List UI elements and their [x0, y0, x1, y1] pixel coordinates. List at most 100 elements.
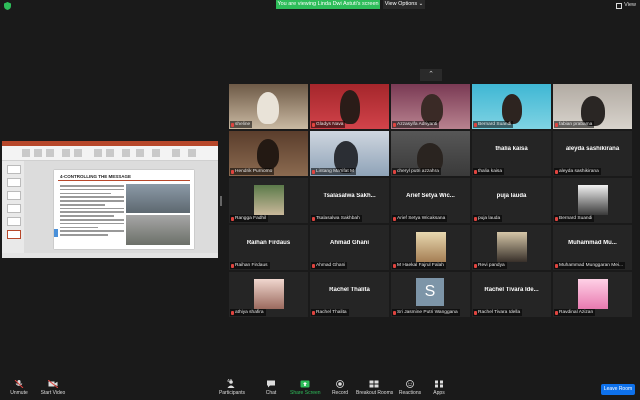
participant-name-label: Bernard Suandi — [554, 215, 595, 222]
participant-name-label: fabian prabama — [554, 121, 595, 128]
microphone-muted-icon — [555, 169, 558, 174]
microphone-muted-icon — [555, 263, 558, 268]
unmute-button[interactable]: Unmute — [8, 380, 30, 398]
participant-tile[interactable]: Hendrik Purnomo — [229, 131, 308, 176]
participant-tile[interactable]: Ravdinal Azizan — [553, 272, 632, 317]
participant-display-name: Rachel Tivara Ide... — [484, 287, 539, 293]
participant-display-name: Muhammad Mu... — [568, 240, 617, 246]
participant-tile[interactable]: Bernard Suandi — [472, 84, 551, 129]
participant-tile[interactable]: Lintang Ma'rifat M — [310, 131, 389, 176]
participant-tile[interactable]: Bernard Suandi — [553, 178, 632, 223]
participant-name-label: athiya shafira — [230, 309, 266, 316]
participant-tile[interactable]: cheryl putri azzahra — [391, 131, 470, 176]
participant-tile[interactable]: Gladys Nava — [310, 84, 389, 129]
participant-tile[interactable]: Arief Setya Wic... Arief Setya Wicaksana — [391, 178, 470, 223]
view-label: View — [624, 2, 636, 8]
shared-screen[interactable]: 4-CONTROLLING THE MESSAGE — [2, 141, 218, 258]
participant-name-label: Raihan Firdaus — [230, 262, 270, 269]
split-handle[interactable] — [220, 196, 222, 206]
participant-display-name: Arief Setya Wic... — [406, 193, 455, 199]
participant-tile[interactable]: Revi pandya — [472, 225, 551, 270]
share-screen-button[interactable]: Share Screen — [290, 380, 321, 398]
microphone-muted-icon — [312, 216, 315, 221]
reactions-button[interactable]: Reactions — [398, 380, 422, 398]
participant-name: fabian prabama — [559, 122, 593, 127]
breakout-rooms-label: Breakout Rooms — [356, 390, 394, 396]
participant-name-label: Gladys Nava — [311, 121, 346, 128]
participant-tile[interactable]: Tsalasalwa Sakh... Tsalasalwa Sakhbah — [310, 178, 389, 223]
microphone-muted-icon — [231, 122, 234, 127]
powerpoint-ribbon — [2, 146, 218, 161]
profile-photo — [254, 279, 284, 309]
participant-tile[interactable]: Azzasyifa Adriyanti — [391, 84, 470, 129]
participant-tile[interactable]: Rachel Thalita Rachel Thalita — [310, 272, 389, 317]
participant-display-name: Rachel Thalita — [329, 287, 370, 293]
participants-label: Participants — [218, 390, 246, 396]
breakout-rooms-icon — [369, 380, 379, 388]
shield-icon[interactable] — [4, 2, 11, 10]
participant-name-label: aleyda sashikirana — [554, 168, 601, 175]
participant-name: thalia kaisa — [478, 169, 502, 174]
participant-tile[interactable]: Rangga Fadhil — [229, 178, 308, 223]
participant-tile[interactable]: thalia kaisa thalia kaisa — [472, 131, 551, 176]
top-bar: You are viewing Linda Dwi Astuti's scree… — [0, 0, 640, 10]
chat-button[interactable]: Chat — [262, 380, 280, 398]
apps-button[interactable]: Apps — [430, 380, 448, 398]
microphone-muted-icon — [393, 169, 396, 174]
participants-button[interactable]: 40 Participants — [218, 378, 246, 398]
participant-tile[interactable]: athiya shafira — [229, 272, 308, 317]
share-screen-label: Share Screen — [290, 390, 321, 396]
microphone-muted-icon — [474, 263, 477, 268]
participant-name: Tsalasalwa Sakhbah — [316, 216, 360, 221]
record-button[interactable]: Record — [330, 380, 350, 398]
participant-display-name: Raihan Firdaus — [246, 240, 291, 246]
participant-name-label: puja lauda — [473, 215, 503, 222]
leave-room-button[interactable]: Leave Room — [601, 384, 635, 395]
gallery-collapse-button[interactable]: ⌃ — [420, 69, 442, 81]
participant-name-label: thalia kaisa — [473, 168, 504, 175]
participant-name-label: Bernard Suandi — [473, 121, 514, 128]
record-label: Record — [331, 390, 349, 396]
participant-tile[interactable]: sheline — [229, 84, 308, 129]
participant-tile[interactable]: Ahmad Ghani Ahmad Ghani — [310, 225, 389, 270]
participant-name: Bernard Suandi — [478, 122, 512, 127]
participant-video — [340, 90, 360, 124]
participant-tile[interactable]: Muhammad Mu... Muhammad Munggaran Mei... — [553, 225, 632, 270]
view-button[interactable]: View — [616, 1, 636, 10]
participant-tile[interactable]: puja lauda puja lauda — [472, 178, 551, 223]
participant-name: aleyda sashikirana — [559, 169, 599, 174]
participant-name: Rachel Tivara Idella — [478, 310, 521, 315]
profile-photo — [578, 185, 608, 215]
profile-photo — [416, 232, 446, 262]
participant-name: Hendrik Purnomo — [235, 169, 273, 174]
powerpoint-statusbar — [2, 253, 218, 258]
participant-tile[interactable]: S Sri Jasmine Putri Wanggana — [391, 272, 470, 317]
participant-name: Azzasyifa Adriyanti — [397, 122, 438, 127]
participant-tile[interactable]: fabian prabama — [553, 84, 632, 129]
avatar: S — [416, 278, 444, 306]
participant-name: Muhammad Munggaran Mei... — [559, 263, 623, 268]
participant-name-label: Lintang Ma'rifat M — [311, 168, 356, 175]
participant-name-label: Azzasyifa Adriyanti — [392, 121, 440, 128]
participant-name: Revi pandya — [478, 263, 505, 268]
participant-tile[interactable]: aleyda sashikirana aleyda sashikirana — [553, 131, 632, 176]
participant-name-label: Revi pandya — [473, 262, 507, 269]
participant-display-name: aleyda sashikirana — [565, 146, 620, 152]
breakout-rooms-button[interactable]: Breakout Rooms — [356, 380, 394, 398]
participant-name: Raihan Firdaus — [235, 263, 268, 268]
view-options-button[interactable]: View Options ⌄ — [383, 0, 425, 9]
microphone-muted-icon — [312, 310, 315, 315]
participant-video — [257, 139, 279, 169]
participant-video — [421, 94, 443, 124]
participant-name: athiya shafira — [235, 310, 264, 315]
start-video-button[interactable]: Start Video — [40, 380, 66, 398]
chat-icon — [267, 380, 275, 388]
slide-title: 4-CONTROLLING THE MESSAGE — [60, 174, 132, 179]
participant-name-label: Ravdinal Azizan — [554, 309, 596, 316]
participant-name-label: Hendrik Purnomo — [230, 168, 275, 175]
participant-name: M Haekal Fajrul Falah — [397, 263, 444, 268]
participant-tile[interactable]: Rachel Tivara Ide... Rachel Tivara Idella — [472, 272, 551, 317]
microphone-muted-icon — [474, 216, 477, 221]
participant-tile[interactable]: M Haekal Fajrul Falah — [391, 225, 470, 270]
participant-tile[interactable]: Raihan Firdaus Raihan Firdaus — [229, 225, 308, 270]
